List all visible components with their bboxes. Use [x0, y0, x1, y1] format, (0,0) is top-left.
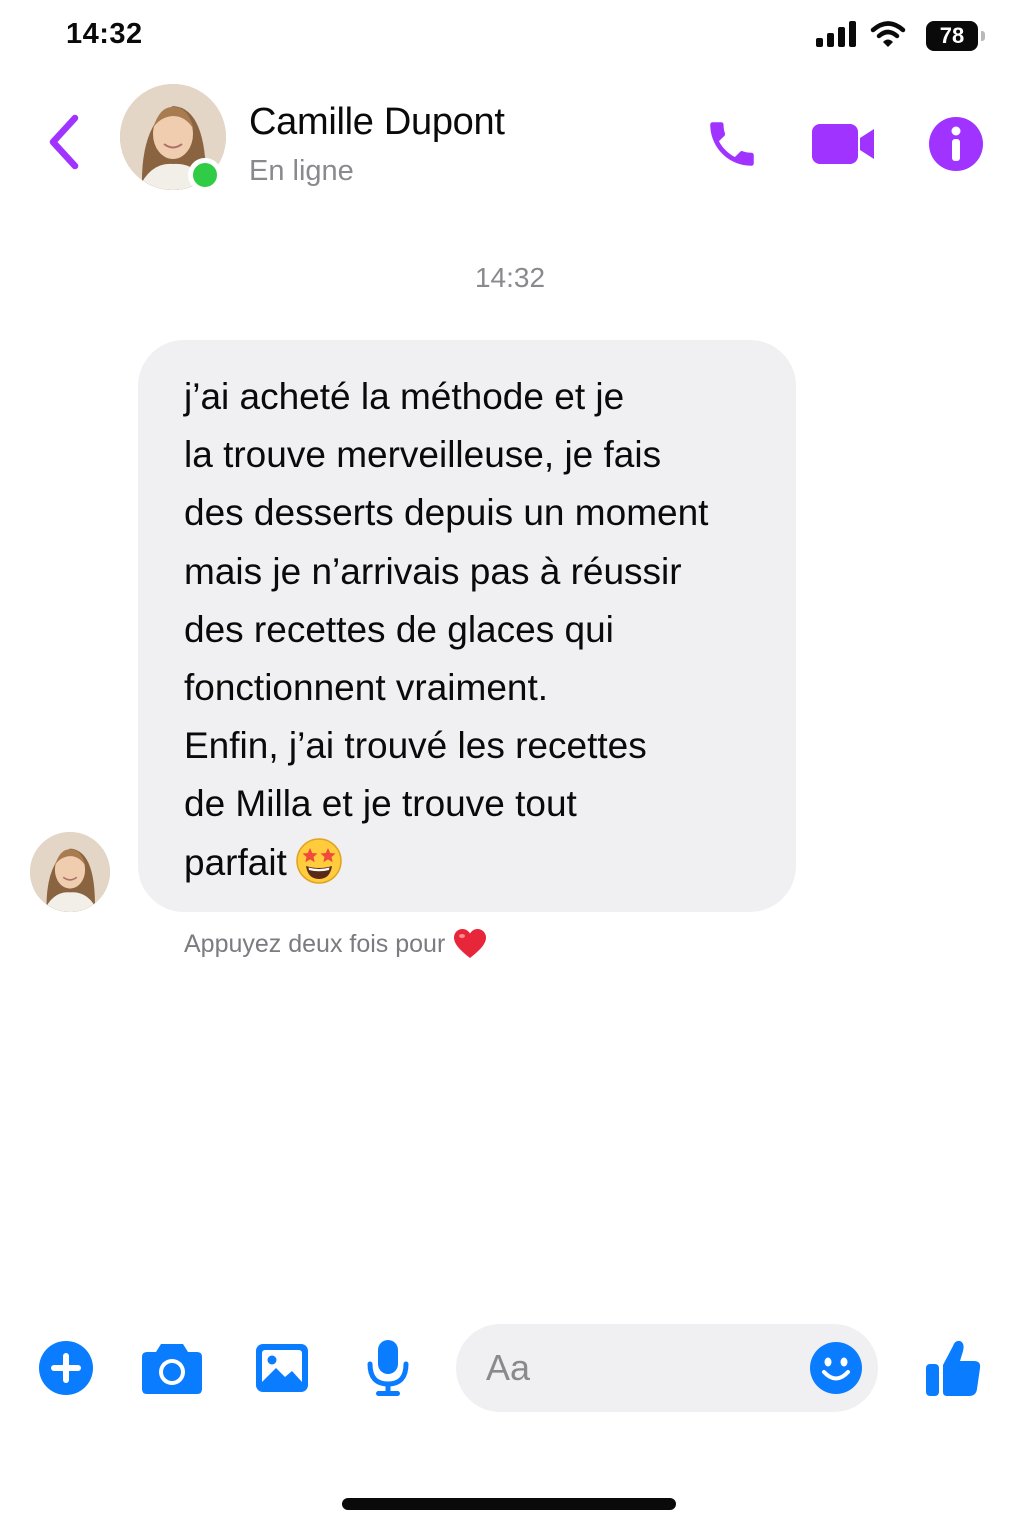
message-line: de Milla et je trouve tout: [184, 783, 577, 825]
battery-level: 78: [939, 23, 965, 48]
message-bubble[interactable]: j’ai acheté la méthode et je la trouve m…: [138, 340, 796, 912]
camera-icon: [142, 1344, 202, 1394]
message-line: des recettes de glaces qui: [184, 608, 614, 650]
cellular-signal-icon: [816, 20, 856, 52]
message-line: des desserts depuis un moment: [184, 492, 709, 534]
info-button[interactable]: [926, 112, 986, 176]
message-timestamp: 14:32: [474, 262, 546, 293]
wifi-icon: [870, 20, 906, 53]
back-chevron-icon: [49, 114, 79, 170]
battery-icon: 78: [926, 21, 985, 51]
message-line: parfait: [184, 841, 287, 883]
star-struck-emoji-icon: [296, 838, 342, 884]
message-line: la trouve merveilleuse, je fais: [184, 434, 662, 476]
message-last-line: parfait: [184, 834, 766, 892]
message-line: Enfin, j’ai trouvé les recettes: [184, 725, 647, 767]
video-call-button[interactable]: [808, 112, 878, 176]
contact-name[interactable]: Camille Dupont: [249, 101, 505, 144]
double-tap-hint: Appuyez deux fois pour: [184, 928, 487, 960]
phone-icon: [710, 122, 754, 166]
online-status-dot: [188, 158, 222, 192]
add-button[interactable]: [34, 1336, 98, 1400]
contact-status: En ligne: [249, 155, 354, 187]
message-input-pill[interactable]: [456, 1324, 878, 1412]
hint-text: Appuyez deux fois pour: [184, 929, 446, 958]
info-icon: [929, 117, 983, 171]
thumbs-up-icon: [926, 1340, 981, 1396]
message-line: mais je n’arrivais pas à réussir: [184, 550, 682, 592]
plus-icon: [39, 1341, 93, 1395]
red-heart-icon: [454, 929, 487, 958]
sender-avatar[interactable]: [30, 832, 110, 912]
call-button[interactable]: [700, 112, 764, 176]
emoji-icon: [810, 1342, 862, 1394]
image-icon: [256, 1344, 308, 1392]
voice-message-button[interactable]: [356, 1336, 420, 1400]
home-indicator: [342, 1498, 676, 1510]
camera-button[interactable]: [140, 1336, 204, 1400]
back-button[interactable]: [38, 108, 90, 176]
video-camera-icon: [812, 124, 874, 164]
message-line: fonctionnent vraiment.: [184, 667, 549, 709]
status-icons: 78: [816, 18, 985, 54]
like-button[interactable]: [920, 1336, 986, 1400]
gallery-button[interactable]: [250, 1336, 314, 1400]
microphone-icon: [367, 1340, 409, 1396]
message-input[interactable]: [486, 1324, 806, 1412]
message-line: j’ai acheté la méthode et je: [184, 376, 625, 417]
status-time: 14:32: [66, 18, 143, 50]
emoji-button[interactable]: [808, 1340, 864, 1396]
